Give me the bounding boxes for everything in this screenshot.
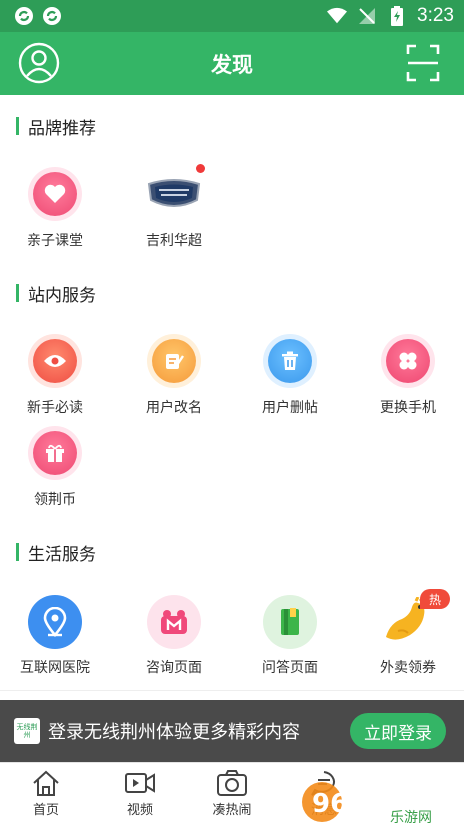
home-icon [33,770,59,796]
nav-home[interactable]: 首页 [16,769,76,818]
section-bar [16,543,19,561]
login-button[interactable]: 立即登录 [350,713,446,749]
item-get-coins[interactable]: 领荆币 [0,431,113,509]
page-title: 发现 [211,52,253,77]
camera-icon [217,770,247,796]
item-label: 互联网医院 [20,660,90,676]
item-label: 亲子课堂 [27,233,83,249]
section-header-life: 生活服务 [16,541,96,565]
no-signal-icon [357,6,377,26]
trash-icon [268,339,312,383]
item-consult-page[interactable]: 咨询页面 [116,595,232,677]
login-prompt-text: 登录无线荆州体验更多精彩内容 [48,722,300,743]
item-change-phone[interactable]: 更换手机 [350,339,464,417]
chat-m-icon [147,595,201,649]
section-title: 品牌推荐 [28,118,96,139]
status-time: 3:23 [417,5,454,26]
item-takeout-coupon[interactable]: 热 外卖领券 [350,589,464,677]
app-logo: 无线荆州 [14,718,40,744]
item-label: 更换手机 [380,400,436,416]
section-title: 生活服务 [28,544,96,565]
status-bar: 3:23 [0,0,464,32]
item-label: 用户改名 [146,400,202,416]
geely-logo-icon [144,172,204,216]
book-icon [263,595,317,649]
nav-label: 首页 [32,803,59,818]
avatar-button[interactable] [18,42,60,84]
section-title: 站内服务 [28,285,96,306]
item-label: 用户删帖 [262,400,318,416]
nav-video[interactable]: 视频 [110,769,170,818]
item-internet-hospital[interactable]: 互联网医院 [0,595,113,677]
item-qa-page[interactable]: 问答页面 [232,595,348,677]
edit-icon [152,339,196,383]
nav-buzz[interactable]: 凑热闹 [202,769,262,818]
item-parenting-class[interactable]: 亲子课堂 [0,172,113,250]
nav-label: 视频 [126,803,153,818]
sync-icon [42,6,62,26]
gift-icon [33,431,77,475]
heart-icon [33,172,77,216]
item-label: 咨询页面 [146,660,202,676]
video-icon [125,773,155,793]
section-bar [16,117,19,135]
divider [0,690,464,691]
item-geely[interactable]: 吉利华超 [116,164,232,250]
battery-charging-icon [387,6,407,26]
section-header-station: 站内服务 [16,282,96,306]
user-icon [18,42,60,84]
watermark: 962.NET 乐游网 [294,770,464,824]
item-label: 吉利华超 [146,233,202,249]
hot-badge: 热 [420,589,450,609]
section-bar [16,284,19,302]
item-newbie-guide[interactable]: 新手必读 [0,339,113,417]
eye-icon [33,339,77,383]
item-label: 领荆币 [34,492,76,508]
item-label: 外卖领券 [380,660,436,676]
item-rename-user[interactable]: 用户改名 [116,339,232,417]
item-delete-post[interactable]: 用户删帖 [232,339,348,417]
flower-icon [386,339,430,383]
section-header-brand: 品牌推荐 [16,115,96,139]
app-header: 发现 [0,32,464,95]
scan-icon [406,44,440,82]
wifi-icon [327,6,348,26]
item-label: 新手必读 [27,400,83,416]
watermark-subtext: 乐游网 [390,810,432,824]
scan-button[interactable] [406,44,440,82]
sync-icon [14,6,34,26]
nav-label: 凑热闹 [212,803,252,818]
location-pin-icon [28,595,82,649]
item-label: 问答页面 [262,660,318,676]
new-badge-dot [196,164,205,173]
login-banner: 无线荆州 登录无线荆州体验更多精彩内容 立即登录 [0,700,464,762]
